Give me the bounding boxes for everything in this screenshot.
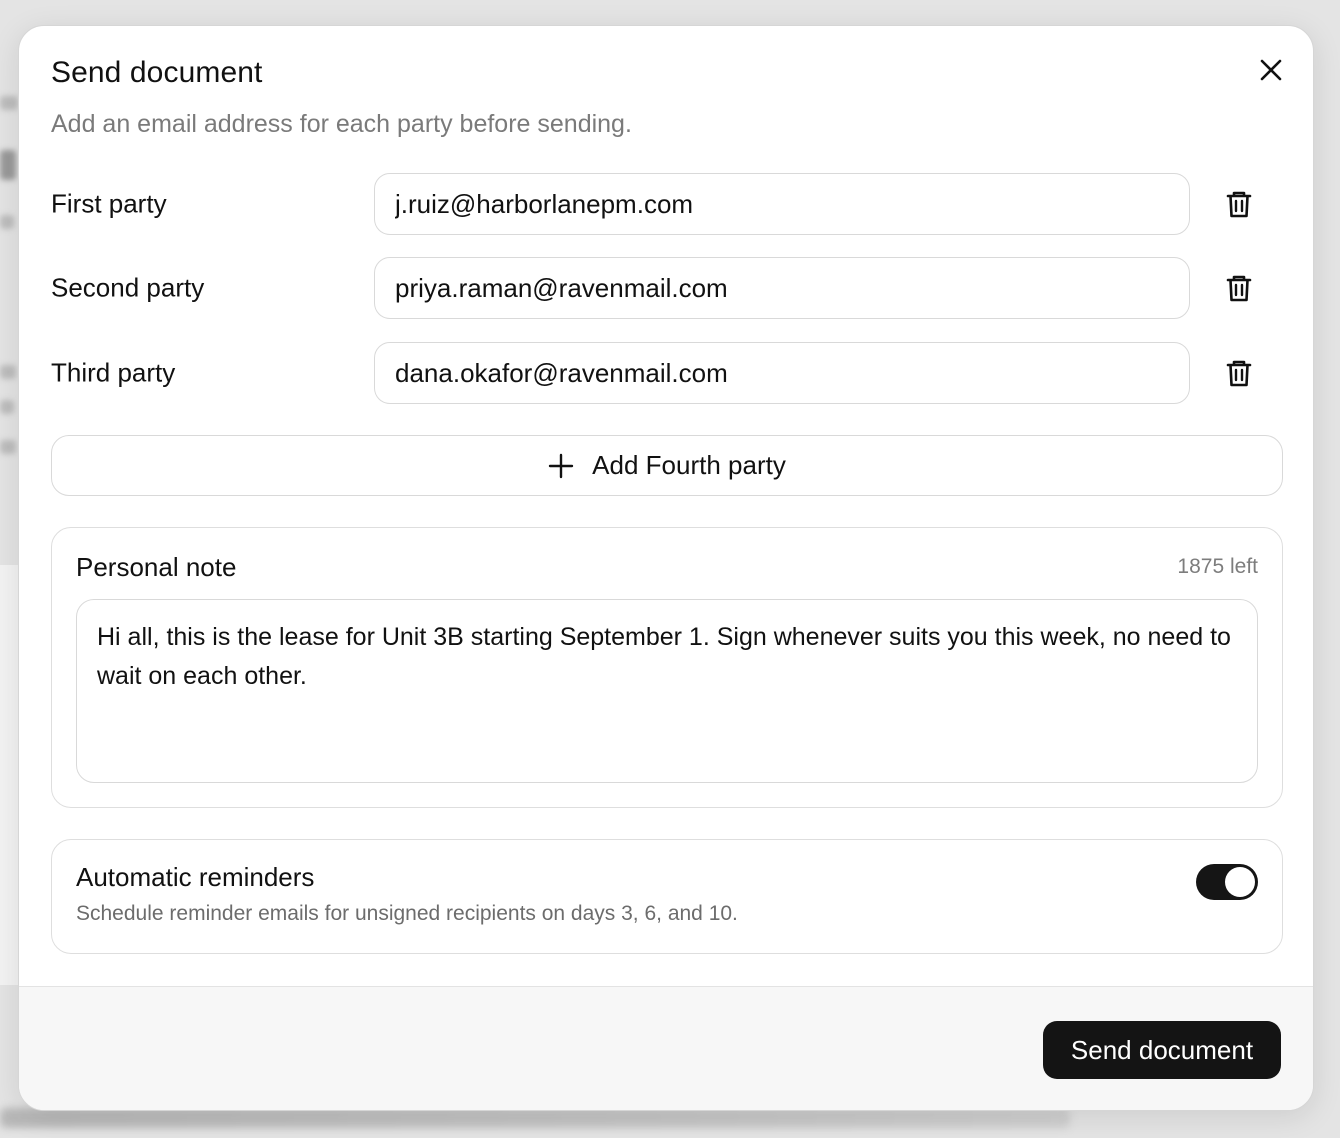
close-icon [1260, 59, 1282, 81]
bg-blur [0, 150, 16, 180]
dialog-footer: Send document [19, 986, 1313, 1110]
dialog-subtitle: Add an email address for each party befo… [51, 110, 632, 138]
add-fourth-party-button[interactable]: Add Fourth party [51, 435, 1283, 496]
character-counter: 1875 left [1177, 555, 1258, 578]
trash-icon [1226, 360, 1252, 387]
bg-blur-text [0, 1108, 1070, 1128]
remove-second-party-button[interactable] [1221, 270, 1257, 306]
reminders-description: Schedule reminder emails for unsigned re… [76, 902, 738, 925]
trash-icon [1226, 275, 1252, 302]
party-label: First party [51, 188, 167, 219]
add-party-label: Add Fourth party [592, 450, 786, 480]
party-row-second: Second party [51, 257, 1252, 319]
first-party-email-field[interactable] [374, 173, 1190, 235]
bg-blur [0, 96, 18, 110]
automatic-reminders-card: Automatic reminders Schedule reminder em… [51, 839, 1283, 954]
party-row-third: Third party [51, 342, 1252, 404]
send-document-dialog: Send document Add an email address for e… [18, 25, 1314, 1111]
bg-blur [0, 440, 16, 454]
remove-third-party-button[interactable] [1221, 355, 1257, 391]
send-document-button[interactable]: Send document [1043, 1021, 1281, 1079]
personal-note-textarea[interactable]: Hi all, this is the lease for Unit 3B st… [76, 599, 1258, 783]
plus-icon [548, 453, 574, 478]
trash-icon [1226, 191, 1252, 218]
dialog-title: Send document [51, 56, 263, 89]
close-button[interactable] [1255, 54, 1287, 86]
personal-note-card: Personal note 1875 left Hi all, this is … [51, 527, 1283, 808]
personal-note-title: Personal note [76, 552, 237, 582]
bg-blur [0, 400, 14, 414]
bg-blur [0, 365, 16, 379]
reminders-toggle[interactable] [1196, 864, 1258, 900]
party-label: Second party [51, 272, 205, 303]
bg-blur [0, 215, 14, 229]
reminders-title: Automatic reminders [76, 862, 315, 892]
remove-first-party-button[interactable] [1221, 186, 1257, 222]
second-party-email-field[interactable] [374, 257, 1190, 319]
toggle-knob [1225, 867, 1255, 897]
party-row-first: First party [51, 173, 1252, 235]
party-label: Third party [51, 357, 176, 388]
third-party-email-field[interactable] [374, 342, 1190, 404]
